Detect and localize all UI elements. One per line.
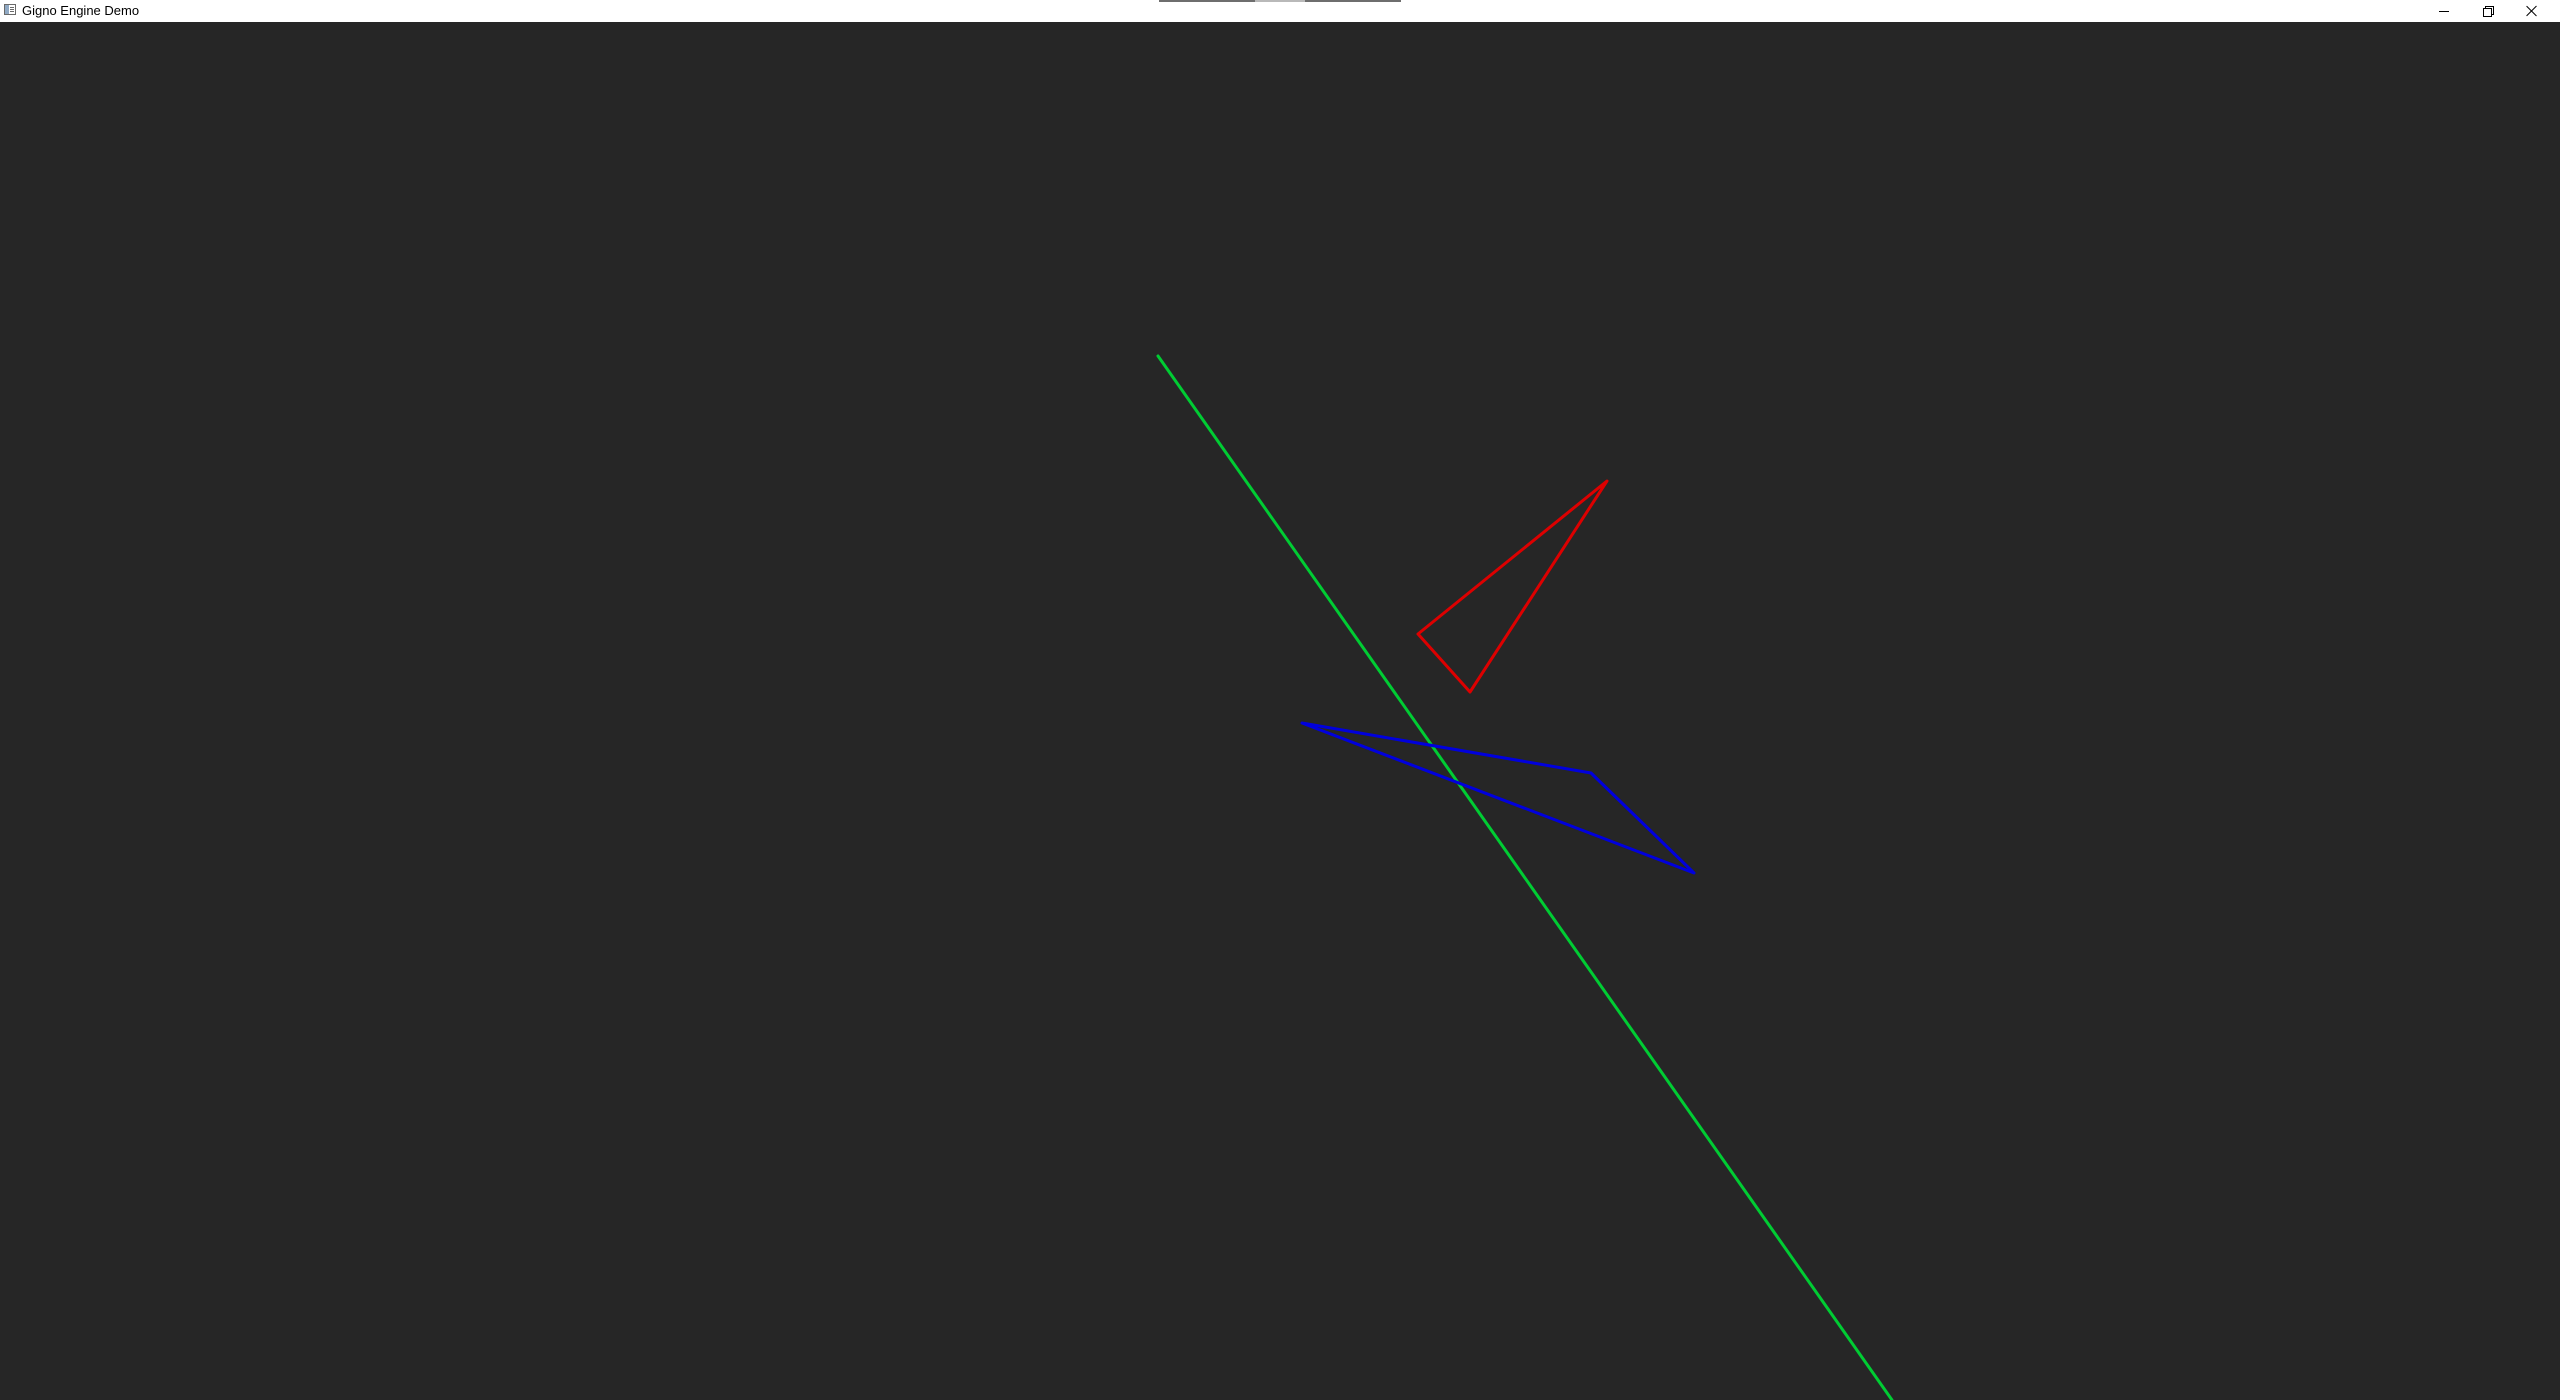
close-icon xyxy=(2526,5,2538,17)
green-line xyxy=(1156,354,1894,1400)
minimize-icon xyxy=(2439,10,2449,12)
title-drag-indicator xyxy=(1159,0,1401,2)
render-viewport[interactable] xyxy=(0,22,2560,1400)
blue-triangle xyxy=(1300,721,1696,875)
title-bar[interactable]: Gigno Engine Demo xyxy=(0,0,2560,22)
restore-button[interactable] xyxy=(2466,0,2510,22)
close-button[interactable] xyxy=(2510,0,2554,22)
app-window-icon[interactable] xyxy=(4,4,16,15)
scene-canvas xyxy=(1156,354,1894,1400)
minimize-button[interactable] xyxy=(2422,0,2466,22)
app-window: Gigno Engine Demo xyxy=(0,0,2560,1400)
window-title: Gigno Engine Demo xyxy=(22,3,140,18)
red-triangle xyxy=(1416,479,1609,694)
restore-icon xyxy=(2483,6,2494,17)
